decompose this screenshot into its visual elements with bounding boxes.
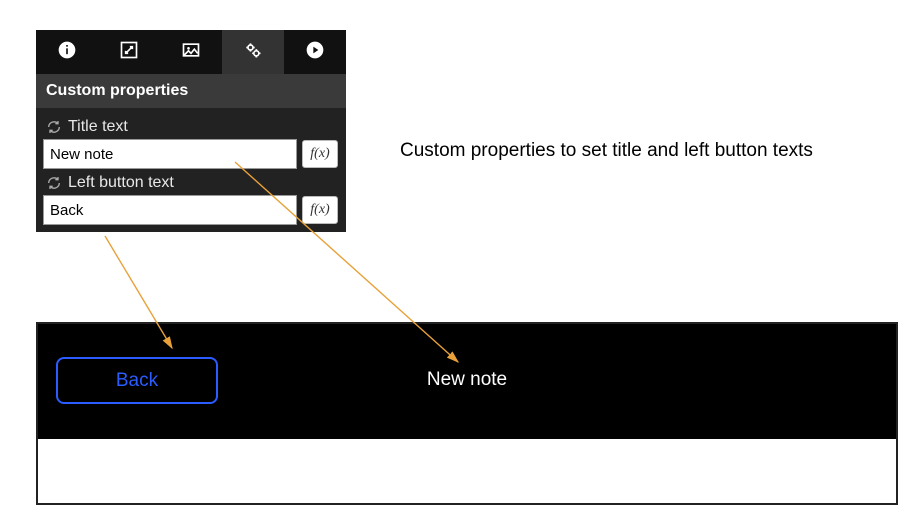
prop-row-left-button: f(x) — [44, 196, 338, 224]
annotation-text: Custom properties to set title and left … — [400, 140, 813, 162]
gears-icon — [243, 40, 263, 64]
properties-panel: Custom properties Title text f(x) Left b… — [36, 30, 346, 232]
tab-image[interactable] — [160, 30, 222, 74]
tab-resize[interactable] — [98, 30, 160, 74]
prop-label-title: Title text — [44, 112, 338, 140]
prop-label-left-button-text: Left button text — [68, 174, 174, 192]
fx-button-title[interactable]: f(x) — [302, 140, 338, 168]
refresh-icon — [46, 119, 62, 135]
preview-body — [38, 435, 896, 503]
info-icon — [57, 40, 77, 64]
tab-play[interactable] — [284, 30, 346, 74]
tab-settings[interactable] — [222, 30, 284, 74]
preview-header: Back New note — [38, 324, 896, 435]
property-group: Title text f(x) Left button text f(x) — [36, 108, 346, 232]
resize-icon — [119, 40, 139, 64]
prop-label-title-text: Title text — [68, 118, 128, 136]
prop-row-title: f(x) — [44, 140, 338, 168]
title-text-input[interactable] — [44, 140, 296, 168]
panel-tabbar — [36, 30, 346, 74]
play-icon — [305, 40, 325, 64]
section-header-custom-properties: Custom properties — [36, 74, 346, 108]
left-button-text-input[interactable] — [44, 196, 296, 224]
prop-label-left-button: Left button text — [44, 168, 338, 196]
fx-button-left-button[interactable]: f(x) — [302, 196, 338, 224]
app-preview: Back New note — [36, 322, 898, 505]
tab-info[interactable] — [36, 30, 98, 74]
image-icon — [181, 40, 201, 64]
preview-title: New note — [38, 369, 896, 391]
refresh-icon — [46, 175, 62, 191]
